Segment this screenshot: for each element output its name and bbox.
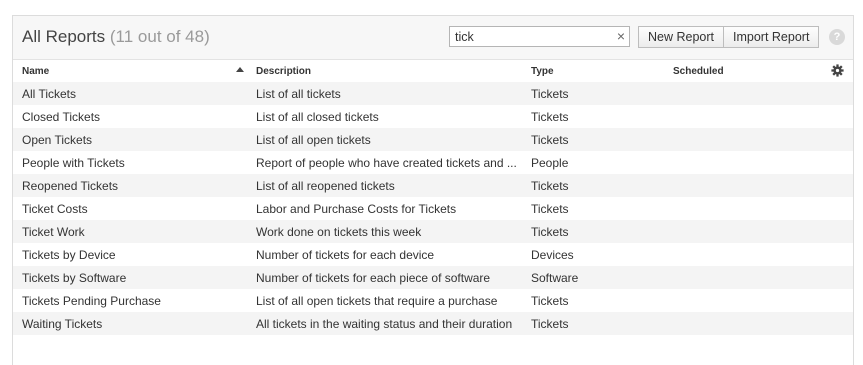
clear-search-icon[interactable]: × (617, 28, 625, 45)
report-description: Number of tickets for each piece of soft… (256, 271, 491, 285)
page-title: All Reports (11 out of 48) (22, 27, 210, 47)
table-row[interactable]: Closed Tickets List of all closed tickets… (13, 105, 853, 128)
table-header: Name Description Type Scheduled (13, 60, 853, 82)
new-report-button[interactable]: New Report (638, 26, 724, 48)
table-row[interactable]: People with Tickets Report of people who … (13, 151, 853, 174)
report-description: Work done on tickets this week (256, 225, 422, 239)
report-type: Tickets (531, 110, 569, 124)
table-row[interactable]: Ticket Costs Labor and Purchase Costs for… (13, 197, 853, 220)
report-type: People (531, 156, 569, 170)
help-icon[interactable]: ? (829, 29, 845, 45)
report-description: List of all closed tickets (256, 110, 379, 124)
column-header-scheduled[interactable]: Scheduled (673, 66, 724, 77)
report-type: Tickets (531, 179, 569, 193)
table-row[interactable]: Open Tickets List of all open tickets Tick… (13, 128, 853, 151)
report-description: All tickets in the waiting status and th… (256, 317, 513, 331)
table-row[interactable]: Waiting Tickets All tickets in the waitin… (13, 312, 853, 335)
report-name[interactable]: Tickets by Software (22, 271, 126, 285)
report-name[interactable]: Reopened Tickets (22, 179, 118, 193)
report-name[interactable]: All Tickets (22, 87, 76, 101)
result-count: (11 out of 48) (109, 27, 210, 46)
column-header-type[interactable]: Type (531, 66, 554, 77)
import-report-button[interactable]: Import Report (724, 26, 820, 48)
table-row[interactable]: Ticket Work Work done on tickets this wee… (13, 220, 853, 243)
gear-icon[interactable] (831, 64, 844, 77)
report-name[interactable]: Ticket Work (22, 225, 85, 239)
report-name[interactable]: Open Tickets (22, 133, 92, 147)
reports-panel: All Reports (11 out of 48) × New Report … (12, 15, 854, 365)
report-name[interactable]: Tickets Pending Purchase (22, 294, 161, 308)
report-name[interactable]: Waiting Tickets (22, 317, 102, 331)
column-header-description[interactable]: Description (256, 66, 311, 77)
report-description: List of all reopened tickets (256, 179, 395, 193)
table-row[interactable]: All Tickets List of all tickets Tickets (13, 82, 853, 105)
report-description: List of all open tickets that require a … (256, 294, 498, 308)
column-header-name[interactable]: Name (22, 66, 49, 77)
report-description: List of all tickets (256, 87, 341, 101)
table-row[interactable]: Tickets by Software Number of tickets for… (13, 266, 853, 289)
table-row[interactable]: Tickets Pending Purchase List of all open… (13, 289, 853, 312)
report-table-body: All Tickets List of all tickets Tickets Clo… (13, 82, 853, 335)
report-description: Labor and Purchase Costs for Tickets (256, 202, 457, 216)
report-type: Tickets (531, 87, 569, 101)
reports-header: All Reports (11 out of 48) × New Report … (13, 16, 853, 60)
sort-ascending-icon[interactable] (236, 67, 244, 72)
report-type: Tickets (531, 294, 569, 308)
report-type: Devices (531, 248, 574, 262)
report-actions: New Report Import Report (638, 26, 820, 48)
report-name[interactable]: People with Tickets (22, 156, 125, 170)
report-name[interactable]: Tickets by Device (22, 248, 116, 262)
report-type: Tickets (531, 133, 569, 147)
table-row[interactable]: Tickets by Device Number of tickets for e… (13, 243, 853, 266)
report-description: List of all open tickets (256, 133, 371, 147)
search-box: × (449, 26, 630, 47)
table-row[interactable]: Reopened Tickets List of all reopened tic… (13, 174, 853, 197)
report-type: Tickets (531, 225, 569, 239)
search-input[interactable] (450, 27, 615, 46)
report-type: Tickets (531, 202, 569, 216)
report-name[interactable]: Ticket Costs (22, 202, 88, 216)
page-title-text: All Reports (22, 27, 106, 46)
report-description: Report of people who have created ticket… (256, 156, 517, 170)
report-type: Software (531, 271, 579, 285)
report-type: Tickets (531, 317, 569, 331)
report-description: Number of tickets for each device (256, 248, 435, 262)
report-name[interactable]: Closed Tickets (22, 110, 100, 124)
